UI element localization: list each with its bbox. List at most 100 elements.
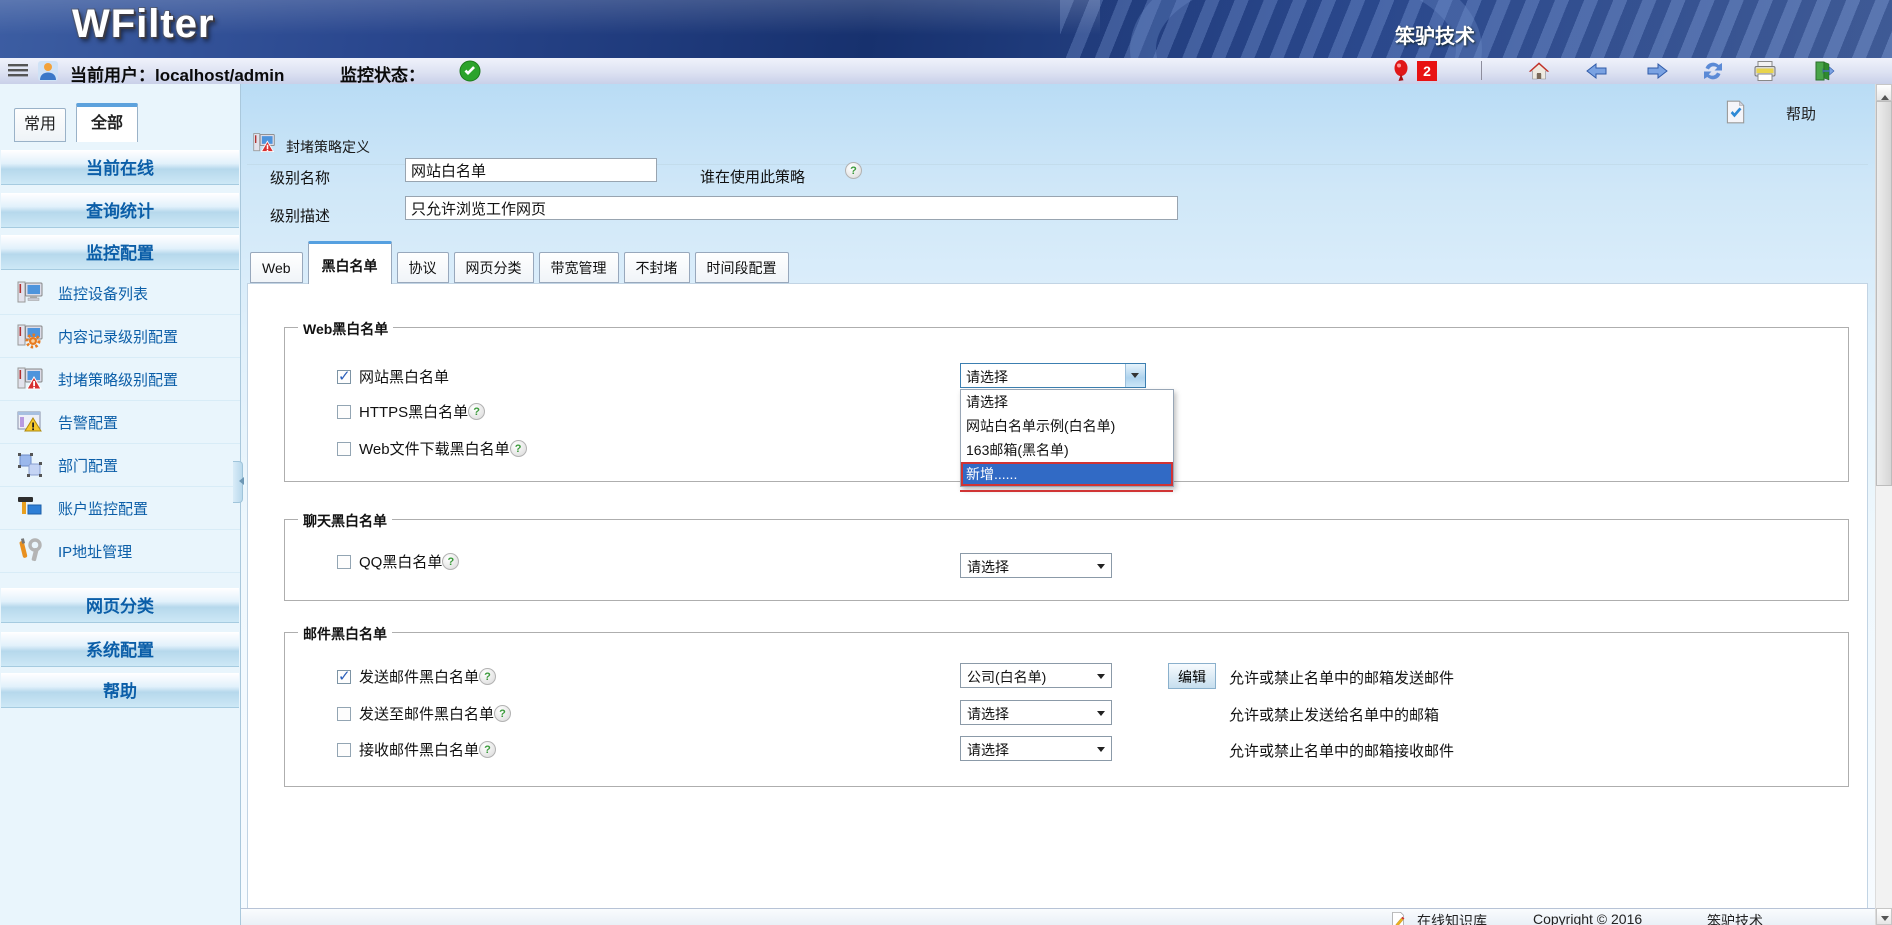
qq-blackwhite-label: QQ黑白名单 [359, 551, 442, 572]
receive-mail-help-icon[interactable]: ? [479, 741, 496, 758]
toolbar: 当前用户：localhost/admin 监控状态： 2 [0, 58, 1892, 85]
window-warning-icon [16, 408, 44, 436]
webfile-blackwhite-label: Web文件下载黑白名单 [359, 438, 510, 459]
help-link[interactable]: 帮助 [1786, 103, 1816, 124]
scrollbar-thumb[interactable] [1876, 101, 1892, 486]
receive-mail-label: 接收邮件黑白名单 [359, 739, 479, 760]
refresh-icon[interactable] [1701, 59, 1725, 83]
web-blackwhite-legend: Web黑白名单 [298, 319, 393, 339]
webfile-blackwhite-row: Web文件下载黑白名单 ? [337, 438, 527, 459]
exit-icon[interactable] [1812, 59, 1836, 83]
https-help-icon[interactable]: ? [468, 403, 485, 420]
printer-icon[interactable] [1753, 59, 1777, 83]
sidebar-item-block-policy-level[interactable]: 封堵策略级别配置 [0, 358, 240, 401]
sidebar-item-alarm-config[interactable]: 告警配置 [0, 401, 240, 444]
forward-arrow-icon[interactable] [1645, 59, 1669, 83]
home-icon[interactable] [1527, 59, 1551, 83]
dropdown-arrow-button[interactable] [1125, 364, 1145, 387]
tab-blackwhite-list[interactable]: 黑白名单 [308, 241, 392, 284]
who-uses-help-icon[interactable]: ? [845, 162, 862, 179]
scroll-up-arrow[interactable] [1876, 84, 1892, 101]
qq-list-dropdown[interactable]: 请选择 [960, 553, 1112, 578]
sidebar-group-help[interactable]: 帮助 [1, 673, 239, 708]
level-desc-label: 级别描述 [270, 205, 330, 226]
sidebar-item-department-config[interactable]: 部门配置 [0, 444, 240, 487]
sidebar-item-label: 内容记录级别配置 [58, 326, 178, 347]
toolbar-separator [1481, 61, 1482, 80]
level-desc-input[interactable] [405, 196, 1178, 220]
footer-brand-link[interactable]: 笨驴技术 [1707, 911, 1763, 925]
send-mail-desc: 允许或禁止名单中的邮箱发送邮件 [1229, 667, 1454, 688]
tab-time-range[interactable]: 时间段配置 [695, 252, 789, 283]
receive-mail-checkbox[interactable] [337, 743, 351, 757]
mail-blackwhite-legend: 邮件黑白名单 [298, 624, 392, 644]
red-pin-icon[interactable] [1389, 59, 1413, 83]
sidebar-item-label: 告警配置 [58, 412, 118, 433]
sidebar: 常用 全部 当前在线 查询统计 监控配置 监控设备列表 内容记录级别配置 封堵策… [0, 84, 241, 925]
page-pencil-icon [1390, 911, 1406, 925]
receive-mail-list-dropdown[interactable]: 请选择 [960, 736, 1112, 761]
sidebar-group-monitor[interactable]: 监控配置 [1, 235, 239, 270]
chat-blackwhite-legend: 聊天黑白名单 [298, 511, 392, 531]
send-mail-list-dropdown[interactable]: 公司(白名单) [960, 663, 1112, 688]
send-mail-checkbox[interactable] [337, 670, 351, 684]
monitor-gear-icon [16, 322, 44, 350]
sidebar-group-web-category[interactable]: 网页分类 [1, 588, 239, 623]
website-list-dropdown[interactable]: 请选择 [960, 363, 1146, 388]
https-blackwhite-checkbox[interactable] [337, 405, 351, 419]
tab-no-block[interactable]: 不封堵 [624, 252, 690, 283]
sidebar-tab-all[interactable]: 全部 [76, 103, 138, 142]
webfile-blackwhite-checkbox[interactable] [337, 442, 351, 456]
dropdown-option[interactable]: 请选择 [961, 390, 1173, 414]
send-to-mail-label: 发送至邮件黑白名单 [359, 703, 494, 724]
send-mail-row: 发送邮件黑白名单 ? [337, 666, 496, 687]
monitor-alert-icon [16, 365, 44, 393]
sidebar-group-query[interactable]: 查询统计 [1, 193, 239, 228]
knowledge-base-link[interactable]: 在线知识库 [1417, 911, 1487, 925]
send-to-mail-checkbox[interactable] [337, 707, 351, 721]
sidebar-item-ip-address-manage[interactable]: IP地址管理 [0, 530, 240, 573]
page-check-icon[interactable] [1722, 99, 1748, 125]
sidebar-item-content-record-level[interactable]: 内容记录级别配置 [0, 315, 240, 358]
website-blackwhite-checkbox[interactable] [337, 370, 351, 384]
level-name-input[interactable] [405, 158, 657, 182]
send-to-mail-list-dropdown[interactable]: 请选择 [960, 700, 1112, 725]
footer-bar: 在线知识库 Copyright © 2016 笨驴技术 [241, 908, 1875, 925]
qq-list-dropdown-value: 请选择 [967, 557, 1009, 577]
monitor-status-label: 监控状态： [340, 61, 425, 86]
website-list-dropdown-value: 请选择 [966, 367, 1008, 387]
tab-web-category[interactable]: 网页分类 [454, 252, 534, 283]
receive-mail-desc: 允许或禁止名单中的邮箱接收邮件 [1229, 740, 1454, 761]
send-mail-help-icon[interactable]: ? [479, 668, 496, 685]
sidebar-group-system-config[interactable]: 系统配置 [1, 632, 239, 667]
tab-bandwidth[interactable]: 带宽管理 [539, 252, 619, 283]
copyright-text: Copyright © 2016 [1533, 911, 1642, 925]
monitor-device-icon [16, 279, 44, 307]
tab-protocol[interactable]: 协议 [397, 252, 449, 283]
qq-blackwhite-checkbox[interactable] [337, 555, 351, 569]
sidebar-group-online[interactable]: 当前在线 [1, 150, 239, 185]
dropdown-option[interactable]: 163邮箱(黑名单) [961, 438, 1173, 462]
webfile-help-icon[interactable]: ? [510, 440, 527, 457]
dropdown-option[interactable]: 网站白名单示例(白名单) [961, 414, 1173, 438]
qq-blackwhite-row: QQ黑白名单 ? [337, 551, 459, 572]
tab-web[interactable]: Web [250, 252, 303, 283]
sidebar-collapse-handle[interactable] [233, 461, 243, 503]
sidebar-tab-common[interactable]: 常用 [14, 108, 66, 142]
back-arrow-icon[interactable] [1585, 59, 1609, 83]
sidebar-item-label: IP地址管理 [58, 541, 132, 562]
vertical-scrollbar[interactable] [1875, 84, 1892, 925]
scroll-down-arrow[interactable] [1876, 908, 1892, 925]
https-blackwhite-label: HTTPS黑白名单 [359, 401, 468, 422]
hamburger-icon[interactable] [7, 59, 31, 83]
top-banner: WFilter 笨驴技术 [0, 0, 1892, 58]
sidebar-item-account-monitor-config[interactable]: 账户监控配置 [0, 487, 240, 530]
edit-button[interactable]: 编辑 [1168, 663, 1216, 689]
qq-help-icon[interactable]: ? [442, 553, 459, 570]
send-mail-label: 发送邮件黑白名单 [359, 666, 479, 687]
dropdown-option-add-new[interactable]: 新增...... [961, 462, 1173, 486]
send-to-mail-help-icon[interactable]: ? [494, 705, 511, 722]
sidebar-item-device-list[interactable]: 监控设备列表 [0, 272, 240, 315]
alert-count-badge[interactable]: 2 [1417, 61, 1437, 81]
send-to-mail-row: 发送至邮件黑白名单 ? [337, 703, 511, 724]
